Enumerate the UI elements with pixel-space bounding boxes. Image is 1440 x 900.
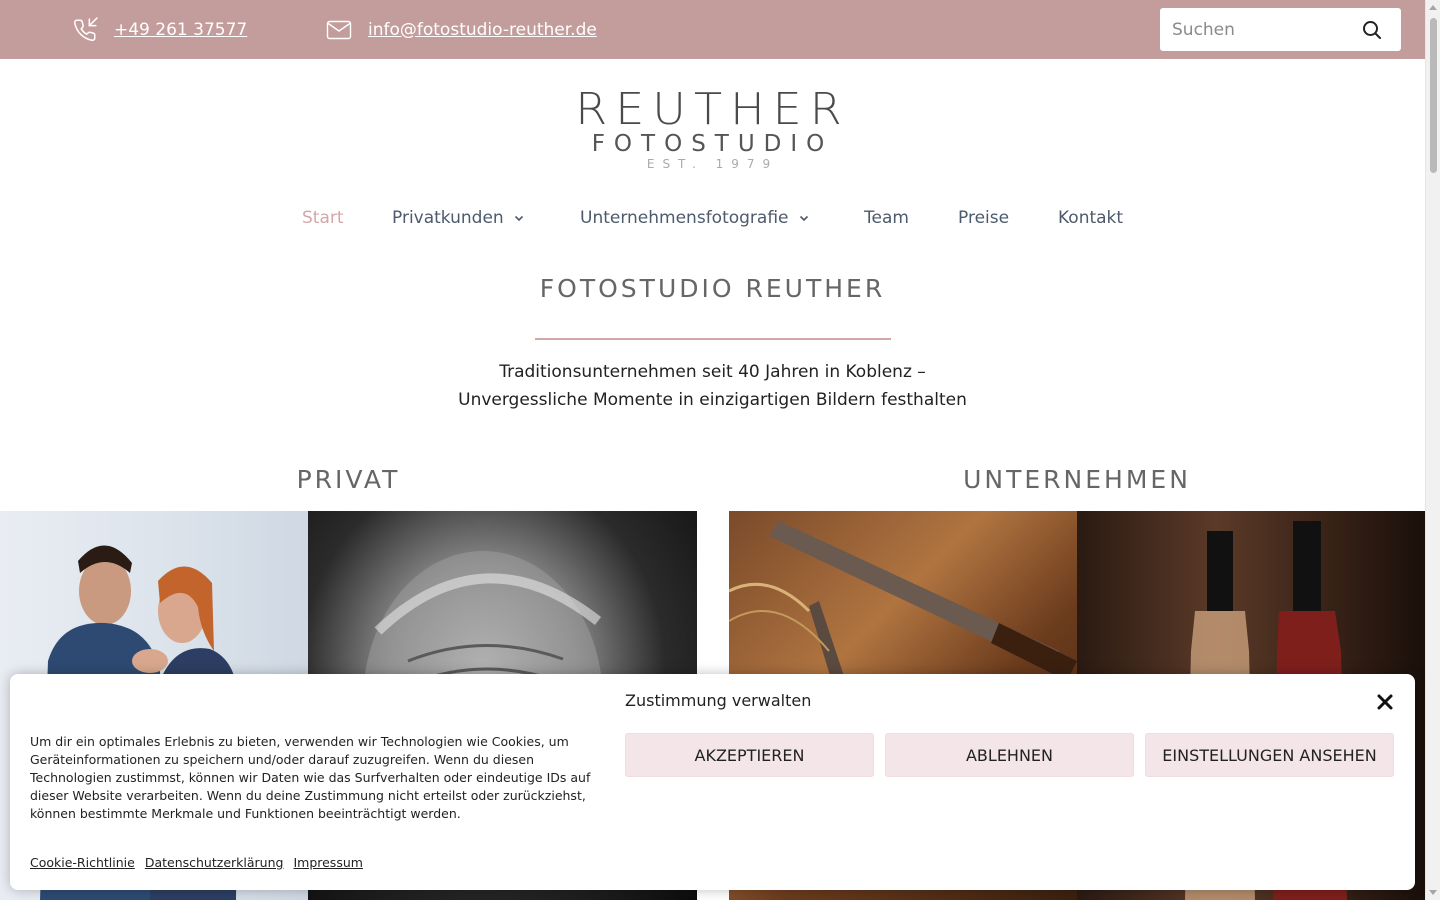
email-contact: info@fotostudio-reuther.de: [326, 0, 597, 59]
view-settings-button[interactable]: EINSTELLUNGEN ANSEHEN: [1145, 733, 1394, 777]
scrollbar-thumb[interactable]: [1430, 18, 1437, 173]
deny-button[interactable]: ABLEHNEN: [885, 733, 1134, 777]
email-link[interactable]: info@fotostudio-reuther.de: [368, 20, 597, 40]
close-icon[interactable]: [1374, 691, 1396, 713]
phone-link[interactable]: +49 261 37577: [114, 20, 247, 40]
phone-contact: +49 261 37577: [72, 0, 247, 59]
tagline: Traditionsunternehmen seit 40 Jahren in …: [0, 358, 1425, 414]
nav-label: Unternehmensfotografie: [580, 208, 789, 228]
section-title-unternehmen: UNTERNEHMEN: [963, 465, 1191, 494]
cookie-consent-banner: Zustimmung verwalten Um dir ein optimale…: [10, 674, 1415, 890]
site-logo[interactable]: REUTHER FOTOSTUDIO EST. 1979: [0, 86, 1425, 172]
nav-item-kontakt[interactable]: Kontakt: [1058, 208, 1123, 228]
nav-label: Start: [302, 208, 344, 228]
nav-item-team[interactable]: Team: [864, 208, 909, 228]
scrollbar[interactable]: [1425, 0, 1440, 900]
nav-item-unternehmensfotografie[interactable]: Unternehmensfotografie: [580, 208, 809, 228]
logo-line-3: EST. 1979: [646, 157, 779, 171]
nav-label: Preise: [958, 208, 1010, 228]
cookie-text: Um dir ein optimales Erlebnis zu bieten,…: [30, 734, 591, 821]
title-divider: [535, 338, 891, 340]
cookie-policy-link[interactable]: Cookie-Richtlinie: [30, 855, 135, 870]
nav-item-privatkunden[interactable]: Privatkunden: [392, 208, 524, 228]
page-title: FOTOSTUDIO REUTHER: [539, 274, 886, 303]
top-bar: +49 261 37577 info@fotostudio-reuther.de: [0, 0, 1425, 59]
search-box: [1160, 8, 1401, 51]
logo-line-2: FOTOSTUDIO: [591, 131, 834, 157]
chevron-down-icon: [514, 215, 523, 222]
nav-label: Kontakt: [1058, 208, 1124, 228]
cookie-title: Zustimmung verwalten: [625, 691, 812, 710]
privacy-policy-link[interactable]: Datenschutzerklärung: [145, 855, 284, 870]
accept-button[interactable]: AKZEPTIEREN: [625, 733, 874, 777]
nav-label: Privatkunden: [392, 208, 504, 228]
search-icon[interactable]: [1361, 19, 1383, 41]
scroll-down-icon[interactable]: [1429, 890, 1437, 895]
chevron-down-icon: [799, 215, 808, 222]
main-nav: Start Privatkunden Unternehmensfotografi…: [0, 208, 1425, 238]
search-input[interactable]: [1172, 19, 1352, 40]
nav-label: Team: [864, 208, 909, 228]
imprint-link[interactable]: Impressum: [293, 855, 362, 870]
nav-item-start[interactable]: Start: [302, 208, 344, 228]
cookie-links: Cookie-Richtlinie Datenschutzerklärung I…: [30, 855, 363, 870]
mail-icon: [326, 19, 352, 41]
phone-incoming-icon: [72, 16, 98, 43]
logo-line-1: REUTHER: [575, 83, 850, 135]
tagline-line-1: Traditionsunternehmen seit 40 Jahren in …: [499, 362, 926, 382]
nav-item-preise[interactable]: Preise: [958, 208, 1009, 228]
scroll-up-icon[interactable]: [1429, 5, 1437, 10]
tagline-line-2: Unvergessliche Momente in einzigartigen …: [458, 390, 967, 410]
section-title-privat: PRIVAT: [296, 465, 401, 494]
